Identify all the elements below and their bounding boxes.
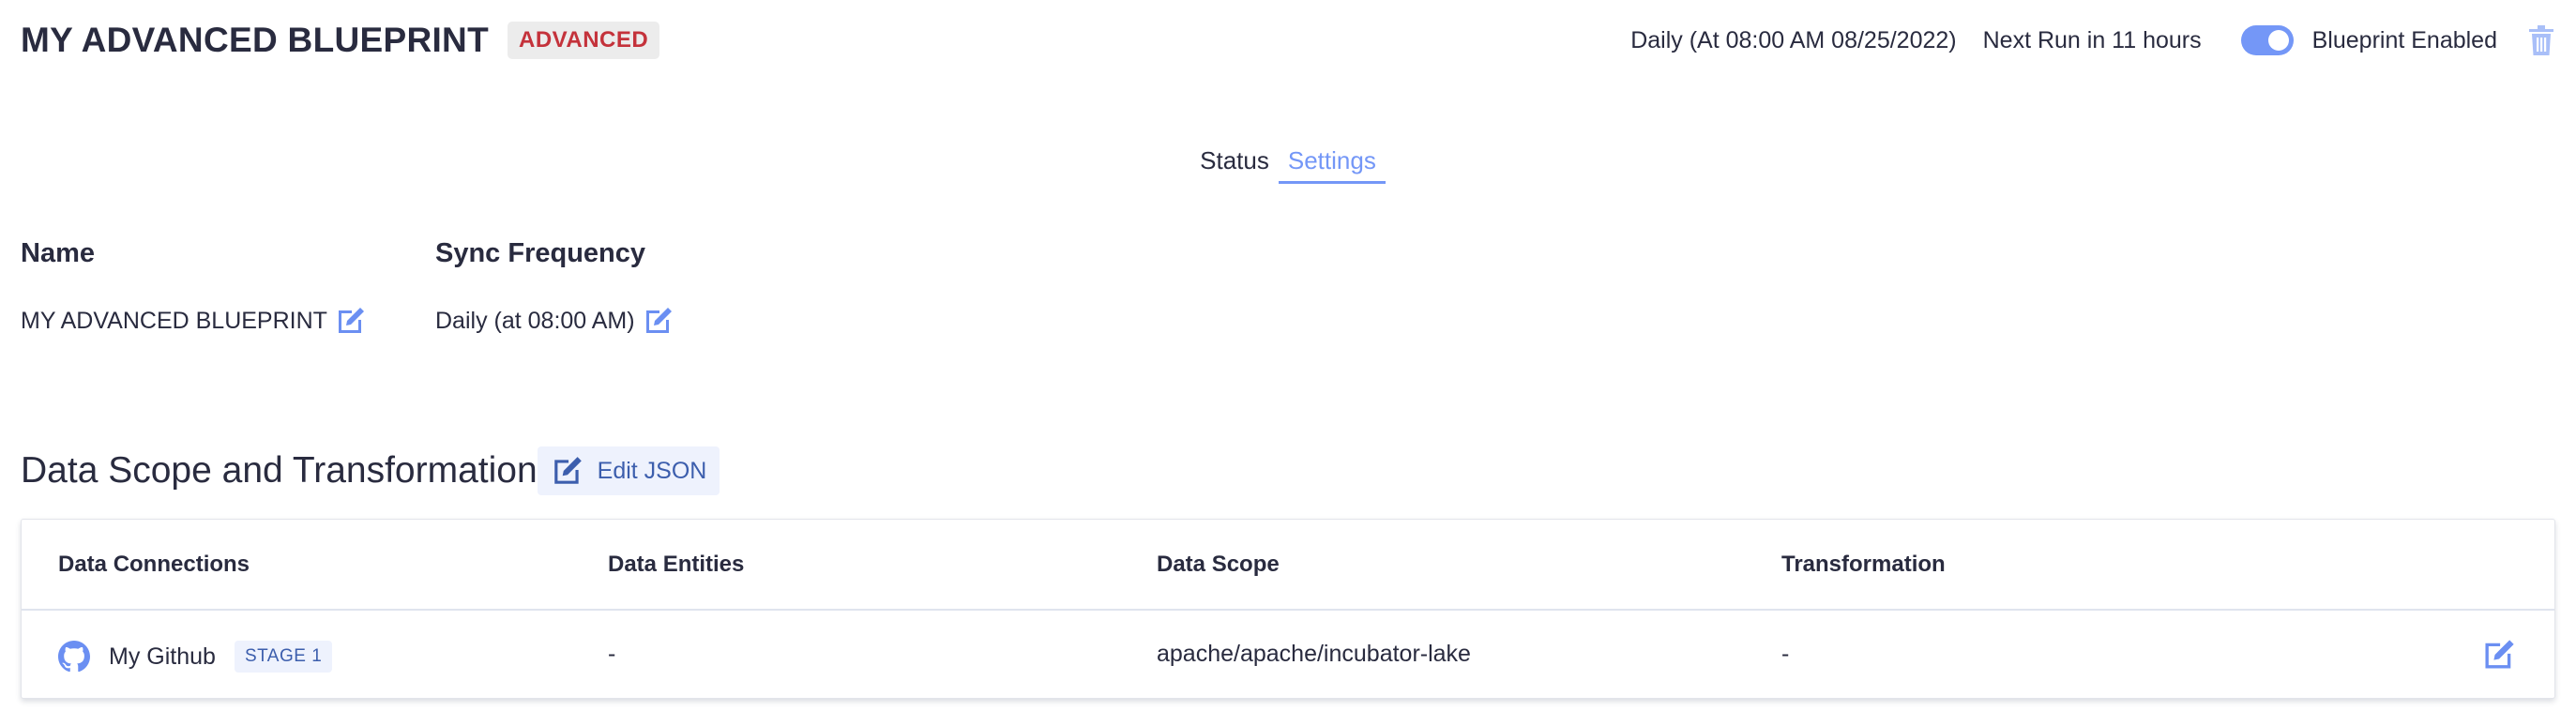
tab-settings[interactable]: Settings <box>1278 143 1386 184</box>
column-header-connections: Data Connections <box>58 552 250 577</box>
data-scope-heading: Data Scope and Transformation Edit JSON <box>21 446 720 495</box>
sync-frequency-label: Sync Frequency <box>435 238 646 268</box>
table-header: Data Connections Data Entities Data Scop… <box>22 520 2554 611</box>
mode-badge: ADVANCED <box>507 22 660 59</box>
edit-json-icon <box>553 457 582 484</box>
next-run-text: Next Run in 11 hours <box>1982 26 2202 53</box>
trash-icon[interactable] <box>2527 23 2555 57</box>
header: MY ADVANCED BLUEPRINT ADVANCED Daily (At… <box>21 13 2555 68</box>
sync-frequency-field: Sync Frequency Daily (at 08:00 AM) <box>435 238 674 337</box>
table-row: My Github STAGE 1 - apache/apache/incuba… <box>22 611 2554 699</box>
schedule-text: Daily (At 08:00 AM 08/25/2022) <box>1630 26 1957 53</box>
data-scope-title: Data Scope and Transformation <box>21 450 538 491</box>
data-scope-table: Data Connections Data Entities Data Scop… <box>21 519 2555 699</box>
toggle-knob <box>2267 30 2289 51</box>
entities-cell: - <box>608 641 616 667</box>
blueprint-settings-page: MY ADVANCED BLUEPRINT ADVANCED Daily (At… <box>0 0 2576 726</box>
sync-frequency-value-row: Daily (at 08:00 AM) <box>435 305 674 337</box>
column-header-scope: Data Scope <box>1157 552 1280 577</box>
header-left: MY ADVANCED BLUEPRINT ADVANCED <box>21 21 660 60</box>
column-header-entities: Data Entities <box>608 552 745 577</box>
transformation-cell: - <box>1781 641 1790 667</box>
tab-bar: Status Settings <box>0 143 2576 184</box>
sync-frequency-value: Daily (at 08:00 AM) <box>435 307 635 334</box>
header-right: Daily (At 08:00 AM 08/25/2022) Next Run … <box>1630 23 2555 57</box>
edit-sync-frequency-icon[interactable] <box>643 305 674 337</box>
name-value: MY ADVANCED BLUEPRINT <box>21 307 327 334</box>
edit-row-icon[interactable] <box>2481 637 2517 673</box>
tab-status[interactable]: Status <box>1190 143 1279 184</box>
blueprint-enabled-toggle[interactable] <box>2240 25 2294 55</box>
edit-json-button[interactable]: Edit JSON <box>537 446 720 495</box>
name-label: Name <box>21 238 95 268</box>
name-field: Name MY ADVANCED BLUEPRINT <box>21 238 367 337</box>
stage-tag: STAGE 1 <box>234 641 333 673</box>
column-header-transformation: Transformation <box>1781 552 1946 577</box>
blueprint-enabled-label: Blueprint Enabled <box>2311 26 2497 53</box>
connection-name: My Github <box>109 643 216 670</box>
scope-cell: apache/apache/incubator-lake <box>1157 641 1471 667</box>
github-icon <box>58 641 90 673</box>
edit-name-icon[interactable] <box>335 305 367 337</box>
page-title: MY ADVANCED BLUEPRINT <box>21 21 489 59</box>
connection-cell: My Github STAGE 1 <box>58 641 333 673</box>
edit-json-label: Edit JSON <box>597 457 707 484</box>
name-value-row: MY ADVANCED BLUEPRINT <box>21 305 367 337</box>
